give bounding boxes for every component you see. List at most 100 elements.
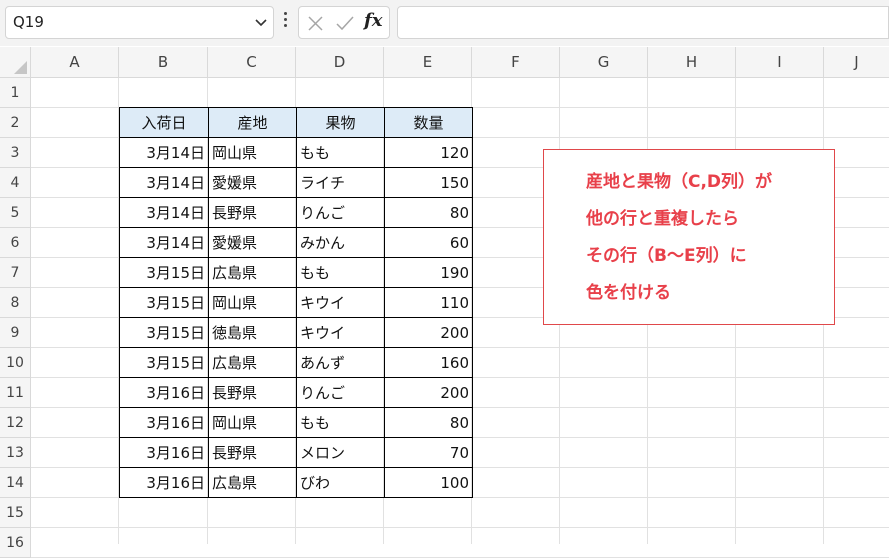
cell-date[interactable]: 3月14日 [119,227,209,258]
row-header-10[interactable]: 10 [0,348,31,378]
cell-quantity[interactable]: 100 [384,467,473,498]
row-header-4[interactable]: 4 [0,168,31,198]
cell-fruit[interactable]: もも [296,257,385,288]
note-line: その行（B〜E列）に [586,246,747,266]
cell-fruit[interactable]: りんご [296,377,385,408]
more-options-icon[interactable] [281,12,289,32]
column-header-c[interactable]: C [208,47,296,78]
cell-origin[interactable]: 岡山県 [208,137,297,168]
table-row: 3月14日 岡山県 もも 120 [119,137,473,168]
cell-fruit[interactable]: キウイ [296,287,385,318]
cell-date[interactable]: 3月16日 [119,407,209,438]
cell-fruit[interactable]: キウイ [296,317,385,348]
cell-quantity[interactable]: 80 [384,407,473,438]
formula-bar: Q19 fx [0,0,889,46]
row-header-14[interactable]: 14 [0,468,31,498]
cell-origin[interactable]: 徳島県 [208,317,297,348]
row-header-11[interactable]: 11 [0,378,31,408]
cell-date[interactable]: 3月15日 [119,287,209,318]
formula-buttons: fx [298,6,390,39]
column-header-a[interactable]: A [31,47,119,78]
cell-quantity[interactable]: 120 [384,137,473,168]
select-all-button[interactable] [0,47,31,78]
cell-fruit[interactable]: もも [296,137,385,168]
cell-quantity[interactable]: 80 [384,197,473,228]
cell-date[interactable]: 3月14日 [119,197,209,228]
table-header-row: 入荷日 産地 果物 数量 [119,107,473,138]
column-header-f[interactable]: F [472,47,560,78]
cell-origin[interactable]: 岡山県 [208,287,297,318]
cell-date[interactable]: 3月14日 [119,167,209,198]
column-header-d[interactable]: D [296,47,384,78]
cell-date[interactable]: 3月16日 [119,467,209,498]
cell-date[interactable]: 3月16日 [119,377,209,408]
chevron-down-icon[interactable] [254,15,268,29]
cell-date[interactable]: 3月15日 [119,317,209,348]
column-header-h[interactable]: H [648,47,736,78]
cell-origin[interactable]: 岡山県 [208,407,297,438]
cell-origin[interactable]: 広島県 [208,347,297,378]
cell-quantity[interactable]: 110 [384,287,473,318]
insert-function-button[interactable]: fx [364,10,382,31]
cell-date[interactable]: 3月15日 [119,257,209,288]
cell-date[interactable]: 3月15日 [119,347,209,378]
enter-icon[interactable] [335,15,355,32]
formula-input[interactable] [397,6,889,39]
header-cell-quantity[interactable]: 数量 [384,107,473,138]
cell-fruit[interactable]: りんご [296,197,385,228]
cell-date[interactable]: 3月16日 [119,437,209,468]
cancel-icon[interactable] [307,15,324,32]
table-row: 3月15日 岡山県 キウイ 110 [119,287,473,318]
fruit-table: 入荷日 産地 果物 数量 3月14日 岡山県 もも 120 3月14日 愛媛県 ライチ 150… [119,107,473,498]
cell-date[interactable]: 3月14日 [119,137,209,168]
cell-origin[interactable]: 愛媛県 [208,167,297,198]
table-row: 3月14日 愛媛県 ライチ 150 [119,167,473,198]
header-cell-origin[interactable]: 産地 [208,107,297,138]
row-header-3[interactable]: 3 [0,138,31,168]
cell-origin[interactable]: 長野県 [208,437,297,468]
row-header-13[interactable]: 13 [0,438,31,468]
column-header-j[interactable]: J [824,47,889,78]
table-row: 3月16日 長野県 メロン 70 [119,437,473,468]
cell-origin[interactable]: 長野県 [208,377,297,408]
note-line: 他の行と重複したら [586,209,739,229]
worksheet: A B C D E F G H I J 1 2 3 4 5 6 7 8 9 10… [0,47,889,558]
note-line: 産地と果物（C,D列）が [586,172,773,192]
cell-quantity[interactable]: 200 [384,377,473,408]
cell-fruit[interactable]: メロン [296,437,385,468]
row-header-15[interactable]: 15 [0,498,31,528]
row-header-1[interactable]: 1 [0,78,31,108]
row-header-7[interactable]: 7 [0,258,31,288]
cell-fruit[interactable]: あんず [296,347,385,378]
row-header-9[interactable]: 9 [0,318,31,348]
cell-quantity[interactable]: 60 [384,227,473,258]
column-header-i[interactable]: I [736,47,824,78]
header-cell-fruit[interactable]: 果物 [296,107,385,138]
header-cell-date[interactable]: 入荷日 [119,107,209,138]
row-header-12[interactable]: 12 [0,408,31,438]
cell-origin[interactable]: 広島県 [208,257,297,288]
cell-fruit[interactable]: びわ [296,467,385,498]
row-header-5[interactable]: 5 [0,198,31,228]
cell-origin[interactable]: 愛媛県 [208,227,297,258]
cell-quantity[interactable]: 150 [384,167,473,198]
row-header-16[interactable]: 16 [0,528,31,558]
name-box[interactable]: Q19 [5,6,274,39]
cell-origin[interactable]: 広島県 [208,467,297,498]
row-header-8[interactable]: 8 [0,288,31,318]
cell-origin[interactable]: 長野県 [208,197,297,228]
cell-fruit[interactable]: ライチ [296,167,385,198]
row-header-6[interactable]: 6 [0,228,31,258]
table-row: 3月15日 徳島県 キウイ 200 [119,317,473,348]
cell-quantity[interactable]: 70 [384,437,473,468]
column-header-b[interactable]: B [119,47,208,78]
cell-fruit[interactable]: みかん [296,227,385,258]
cell-quantity[interactable]: 160 [384,347,473,378]
column-header-e[interactable]: E [384,47,472,78]
instruction-textbox[interactable]: 産地と果物（C,D列）が 他の行と重複したら その行（B〜E列）に 色を付ける [543,149,835,325]
row-header-2[interactable]: 2 [0,108,31,138]
cell-quantity[interactable]: 200 [384,317,473,348]
cell-fruit[interactable]: もも [296,407,385,438]
column-header-g[interactable]: G [560,47,648,78]
cell-quantity[interactable]: 190 [384,257,473,288]
